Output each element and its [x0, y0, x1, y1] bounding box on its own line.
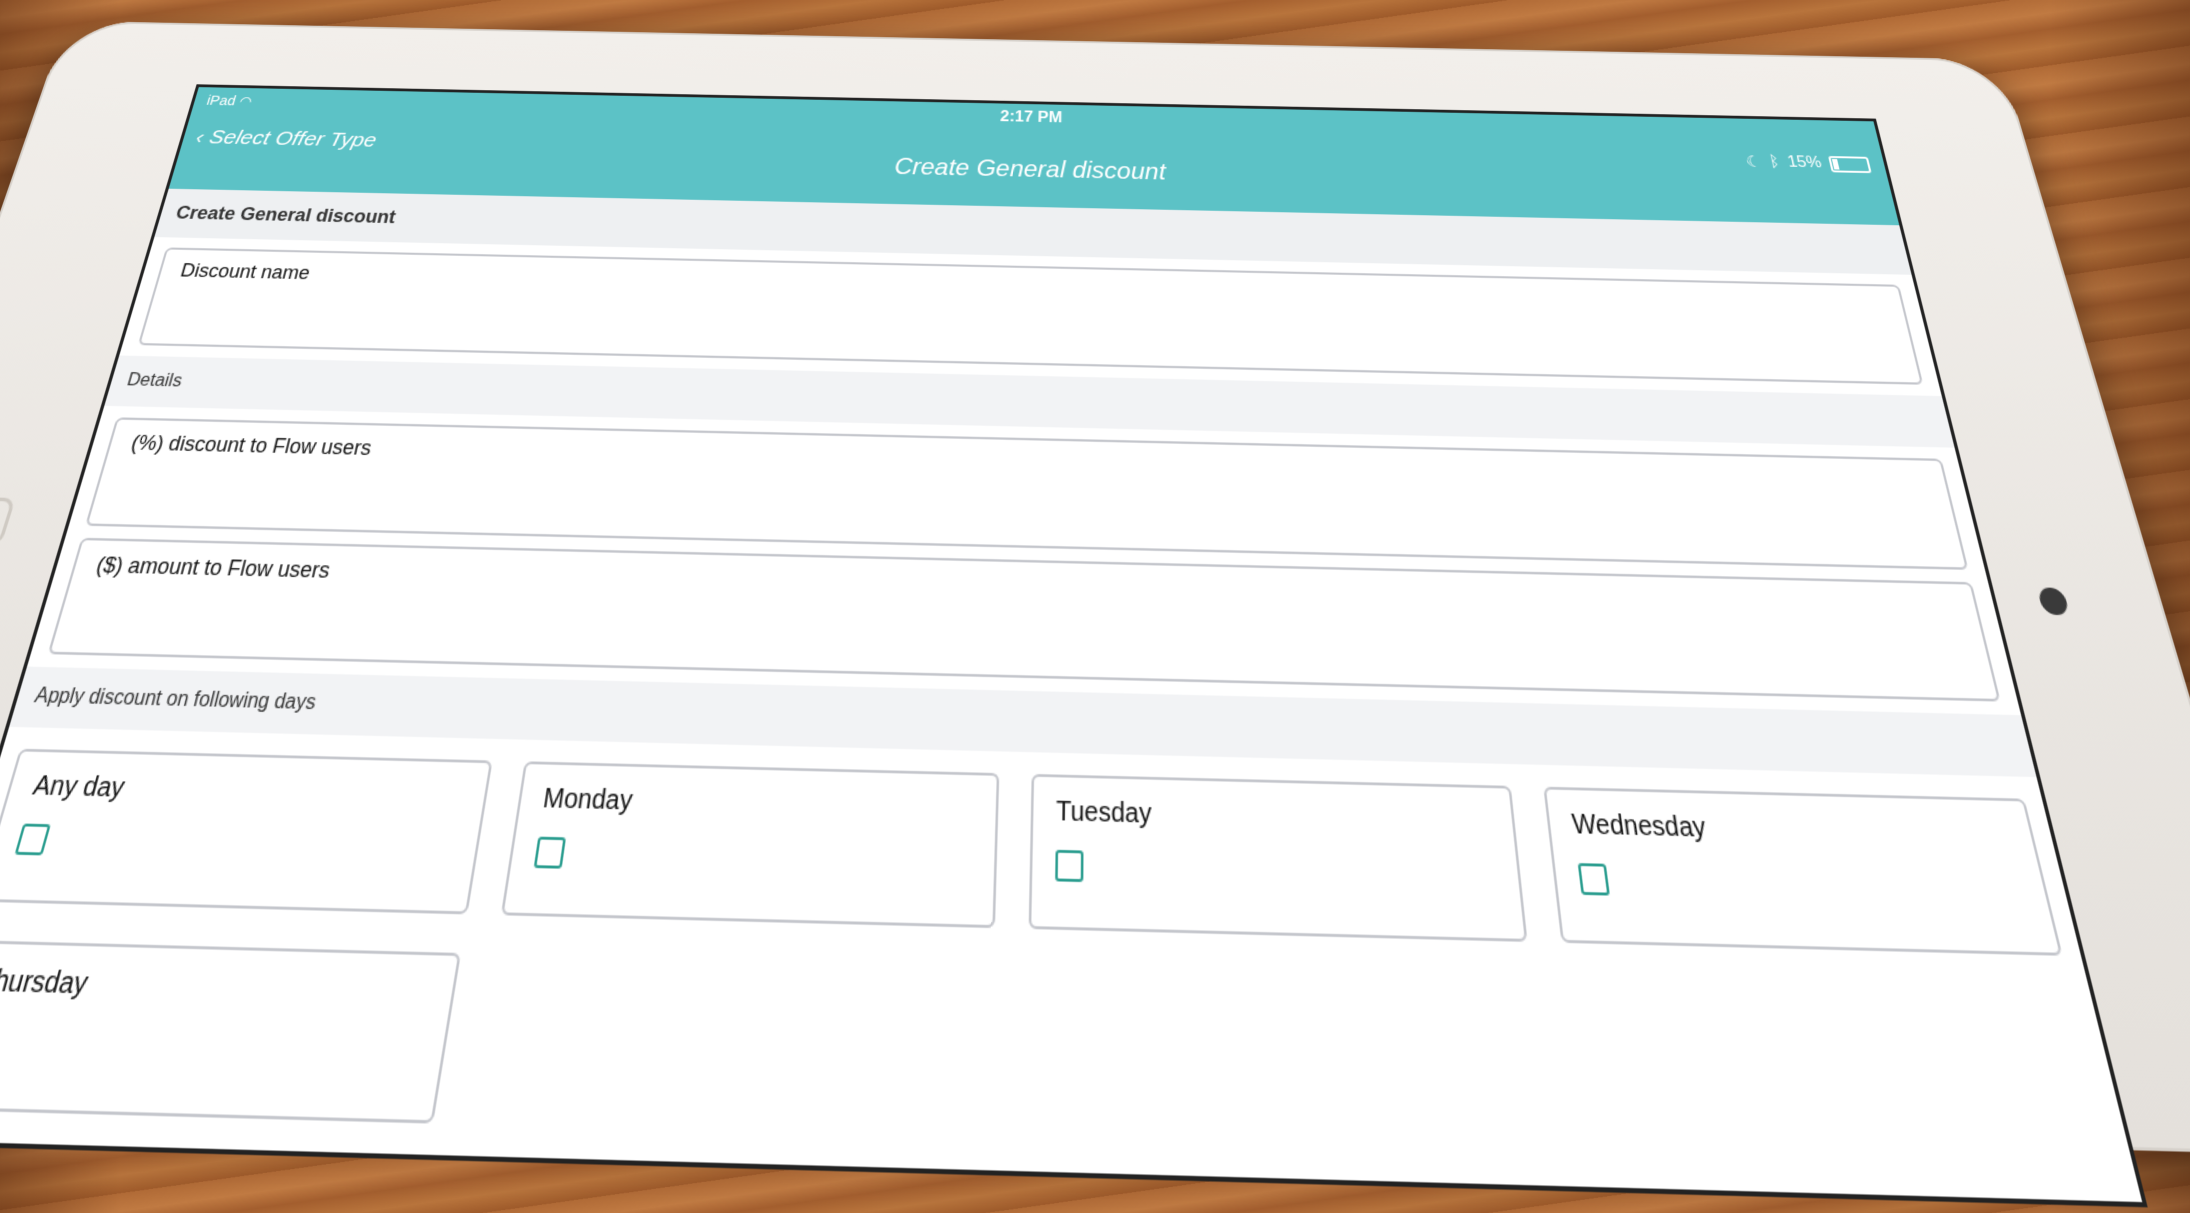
checkbox[interactable] — [14, 823, 51, 856]
day-card-wednesday[interactable]: Wednesday — [1542, 786, 2063, 956]
page-title: Create General discount — [893, 153, 1166, 186]
percent-discount-label: (%) discount to Flow users — [128, 431, 374, 460]
day-card-any[interactable]: Any day — [0, 748, 493, 915]
checkbox[interactable] — [533, 836, 566, 869]
camera-icon — [2036, 587, 2071, 616]
discount-name-label: Discount name — [178, 260, 313, 284]
days-grid: Any day Monday Tuesday Wednesday Thursda… — [0, 726, 2141, 1198]
screen: iPad ◠ 2:17 PM ☾ ᛒ 15% ‹ Select Offer Ty… — [0, 84, 2148, 1208]
day-label: Wednesday — [1570, 809, 1709, 844]
battery-icon — [1827, 155, 1872, 173]
checkbox[interactable] — [1055, 849, 1084, 883]
bluetooth-icon: ᛒ — [1767, 153, 1782, 171]
status-time: 2:17 PM — [999, 109, 1063, 127]
ipad-device: iPad ◠ 2:17 PM ☾ ᛒ 15% ‹ Select Offer Ty… — [0, 20, 2190, 1208]
day-label: Any day — [29, 771, 128, 804]
day-label: Tuesday — [1055, 796, 1152, 830]
amount-label: ($) amount to Flow users — [93, 552, 333, 583]
day-card-tuesday[interactable]: Tuesday — [1028, 773, 1527, 942]
day-label: Thursday — [0, 964, 92, 1002]
day-card-monday[interactable]: Monday — [500, 761, 1000, 929]
status-right: ☾ ᛒ 15% — [1744, 152, 1872, 174]
moon-icon: ☾ — [1744, 154, 1763, 171]
home-button[interactable] — [0, 496, 16, 546]
battery-percent: 15% — [1786, 154, 1824, 172]
day-card-thursday[interactable]: Thursday — [0, 939, 461, 1124]
day-label: Monday — [541, 783, 635, 817]
checkbox[interactable] — [1577, 863, 1610, 896]
